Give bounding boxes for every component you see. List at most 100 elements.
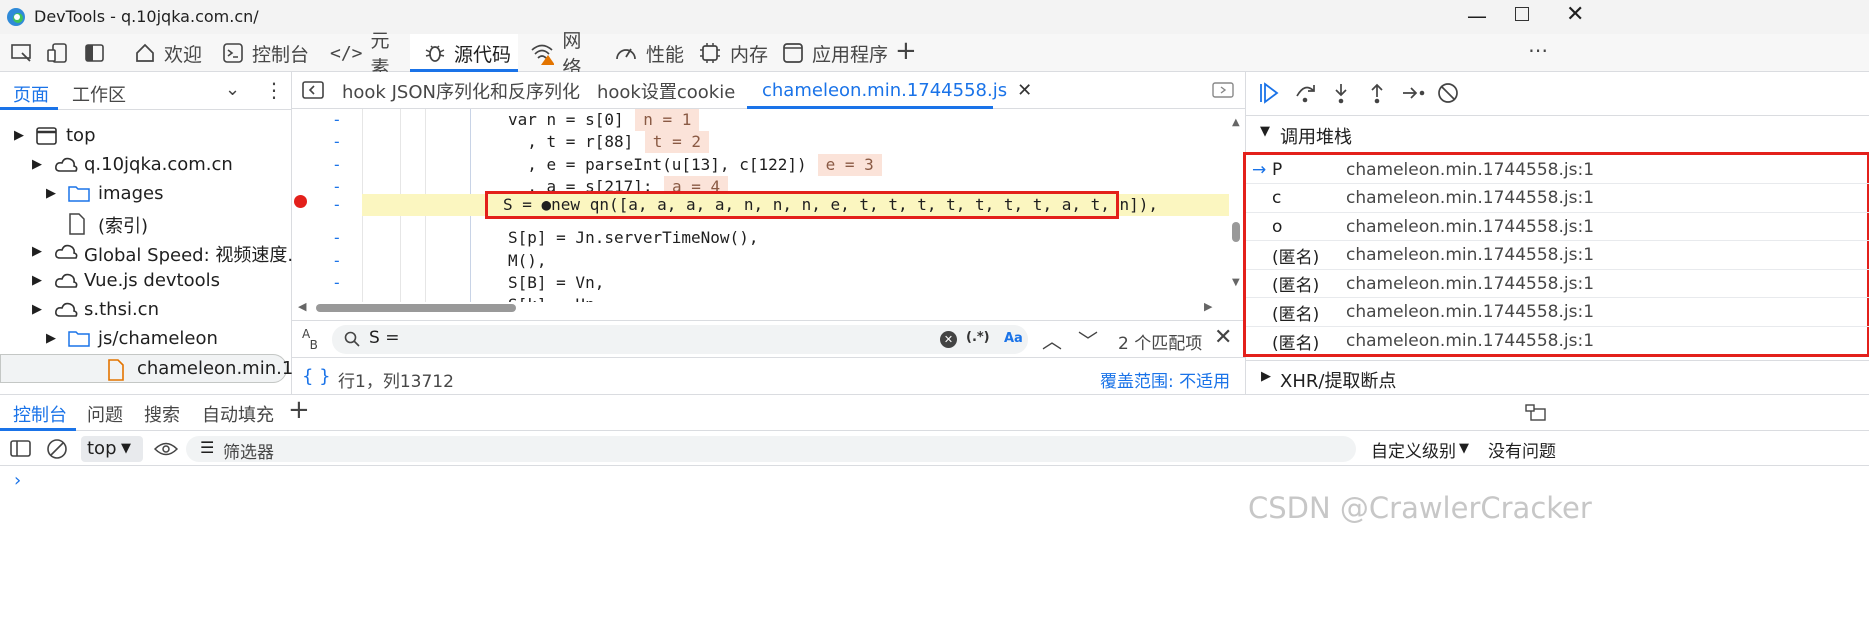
match-case-toggle[interactable]: Aa <box>1004 331 1023 346</box>
step-out-icon[interactable] <box>1366 82 1388 104</box>
callstack-frame[interactable]: (匿名) chameleon.min.1744558.js:1 <box>1246 327 1869 355</box>
tab-application[interactable]: 应用程序 <box>780 34 890 72</box>
step-icon[interactable] <box>1401 82 1427 104</box>
callstack-frame[interactable]: o chameleon.min.1744558.js:1 <box>1246 213 1869 241</box>
tree-arrow-icon[interactable]: ▶ <box>46 186 56 201</box>
tab-console[interactable]: 控制台 <box>218 34 310 72</box>
code-line[interactable]: - var n = s[0] n = 1 <box>292 109 1229 131</box>
dock-drawer-icon[interactable] <box>1525 404 1547 422</box>
log-level-dropdown[interactable]: 自定义级别 <box>1371 437 1456 462</box>
drawer-tab-search[interactable]: 搜索 <box>144 401 180 427</box>
drawer-tab-issues[interactable]: 问题 <box>87 401 123 427</box>
next-match-icon[interactable]: ﹀ <box>1078 325 1098 354</box>
frame-location[interactable]: chameleon.min.1744558.js:1 <box>1346 331 1594 351</box>
tab-hook-cookie[interactable]: hook设置cookie <box>597 72 735 109</box>
drawer-tab-console[interactable]: 控制台 <box>13 401 67 427</box>
clear-search-icon[interactable]: ✕ <box>940 331 957 348</box>
code-line[interactable]: - M(), <box>292 250 1229 272</box>
deactivate-breakpoints-icon[interactable] <box>1436 81 1460 105</box>
regex-toggle[interactable]: (.*) <box>966 330 990 345</box>
xhr-breakpoints-header[interactable]: ▶ XHR/提取断点 <box>1246 360 1869 394</box>
console-filter-input[interactable]: ☰ 筛选器 <box>186 436 1356 463</box>
breakpoint-marker[interactable] <box>294 195 307 208</box>
drawer-tab-autofill[interactable]: 自动填充 <box>202 401 274 427</box>
pretty-print-button[interactable]: { } <box>302 366 331 387</box>
code-line[interactable]: - , e = parseInt(u[13], c[122]) e = 3 <box>292 153 1229 176</box>
dock-side-icon[interactable] <box>84 43 106 63</box>
tree-arrow-icon[interactable]: ▶ <box>14 128 24 143</box>
inspect-element-icon[interactable] <box>10 43 34 63</box>
tree-arrow-icon[interactable]: ▶ <box>32 302 42 317</box>
callstack-frame[interactable]: (匿名) chameleon.min.1744558.js:1 <box>1246 299 1869 327</box>
level-dropdown-arrow-icon[interactable]: ▼ <box>1459 441 1469 456</box>
tree-arrow-icon[interactable]: ▶ <box>32 157 42 172</box>
code-area[interactable]: - var n = s[0] n = 1- , t = r[88] t = 2- , … <box>292 109 1229 302</box>
tree-item[interactable]: ▶ top <box>0 122 287 151</box>
tree-item[interactable]: (索引) <box>0 209 287 238</box>
tab-hook-json[interactable]: hook JSON序列化和反序列化 <box>342 72 580 109</box>
callstack-frame[interactable]: → Pchameleon.min.1744558.js:1 <box>1246 156 1869 184</box>
tree-item[interactable]: ▶ s.thsi.cn <box>0 296 287 325</box>
code-line[interactable]: - S[p] = Jn.serverTimeNow(), <box>292 227 1229 249</box>
tree-arrow-icon[interactable]: ▶ <box>32 244 42 259</box>
tab-chameleon-js[interactable]: chameleon.min.1744558.js ✕ <box>747 72 1032 109</box>
add-drawer-tab-icon[interactable]: + <box>288 395 310 425</box>
tab-sources[interactable]: 源代码 <box>410 34 518 72</box>
more-tabs-plus-button[interactable]: + <box>895 36 917 66</box>
eye-icon[interactable] <box>154 440 178 458</box>
tab-memory[interactable]: 内存 <box>696 34 768 72</box>
horizontal-scrollbar[interactable]: ◀ ▶ <box>298 300 1218 314</box>
maximize-button[interactable] <box>1515 7 1529 21</box>
tree-item[interactable]: chameleon.min.174... <box>0 354 333 383</box>
context-selector[interactable]: top ▼ <box>81 436 143 462</box>
tab-welcome[interactable]: 欢迎 <box>128 34 210 72</box>
tree-item[interactable]: ▶ q.10jqka.com.cn <box>0 151 287 180</box>
tree-item[interactable]: ▶ Global Speed: 视频速度... <box>0 238 305 267</box>
previous-match-icon[interactable]: ︿ <box>1042 325 1062 354</box>
tab-network[interactable]: 网络 <box>528 30 598 79</box>
tree-arrow-icon[interactable]: ▶ <box>46 331 56 346</box>
tab-elements[interactable]: </> 元素 <box>326 30 400 79</box>
tree-item[interactable]: ▶ images <box>0 180 287 209</box>
tab-workspace[interactable]: 工作区 <box>72 81 126 107</box>
toggle-navigator-icon[interactable] <box>302 81 324 99</box>
code-line[interactable]: - S[B] = Vn, <box>292 272 1229 294</box>
frame-location[interactable]: chameleon.min.1744558.js:1 <box>1346 160 1594 180</box>
device-emulation-icon[interactable] <box>46 42 70 64</box>
close-window-button[interactable]: ✕ <box>1566 2 1584 27</box>
frame-location[interactable]: chameleon.min.1744558.js:1 <box>1346 274 1594 294</box>
console-prompt-chevron-icon[interactable]: › <box>14 470 21 491</box>
tab-pages[interactable]: 页面 <box>13 81 49 107</box>
tree-item[interactable]: ▶ Vue.js devtools <box>0 267 287 296</box>
resume-icon[interactable] <box>1258 82 1280 104</box>
clear-console-icon[interactable] <box>46 438 68 460</box>
close-tab-icon[interactable]: ✕ <box>1017 80 1032 101</box>
callstack-frame[interactable]: (匿名) chameleon.min.1744558.js:1 <box>1246 270 1869 298</box>
callstack-frame[interactable]: c chameleon.min.1744558.js:1 <box>1246 185 1869 213</box>
replace-toggle-icon[interactable]: A B <box>302 328 318 351</box>
callstack-header[interactable]: ▼ 调用堆栈 <box>1246 116 1869 152</box>
toggle-debugger-icon[interactable] <box>1212 82 1234 98</box>
frame-location[interactable]: chameleon.min.1744558.js:1 <box>1346 217 1594 237</box>
tree-arrow-icon[interactable]: ▶ <box>32 273 42 288</box>
step-over-icon[interactable] <box>1294 82 1318 104</box>
chevron-down-icon[interactable]: ⌄ <box>225 79 240 100</box>
code-line[interactable]: - , t = r[88] t = 2 <box>292 131 1229 154</box>
more-options-icon[interactable]: ⋯ <box>1528 38 1548 62</box>
close-search-icon[interactable]: ✕ <box>1214 325 1232 350</box>
step-into-icon[interactable] <box>1330 82 1352 104</box>
coverage-link[interactable]: 覆盖范围: 不适用 <box>1100 367 1230 392</box>
frame-location[interactable]: chameleon.min.1744558.js:1 <box>1346 188 1594 208</box>
sidebar-toggle-icon[interactable] <box>10 439 32 459</box>
frame-location[interactable]: chameleon.min.1744558.js:1 <box>1346 245 1594 265</box>
vertical-scrollbar[interactable]: ▲ ▼ <box>1230 117 1242 288</box>
tree-item[interactable]: ▶ js/chameleon <box>0 325 287 354</box>
search-input[interactable]: S = ✕ (.*) Aa <box>332 325 1028 354</box>
callstack-frame[interactable]: (匿名) chameleon.min.1744558.js:1 <box>1246 242 1869 270</box>
issues-count[interactable]: 没有问题 <box>1488 437 1556 462</box>
minimize-button[interactable]: — <box>1467 4 1487 28</box>
code-line[interactable]: - S[k] = Un, <box>292 294 1229 302</box>
frame-location[interactable]: chameleon.min.1744558.js:1 <box>1346 302 1594 322</box>
kebab-menu-icon[interactable]: ⋮ <box>264 78 284 102</box>
tab-performance[interactable]: 性能 <box>612 34 684 72</box>
